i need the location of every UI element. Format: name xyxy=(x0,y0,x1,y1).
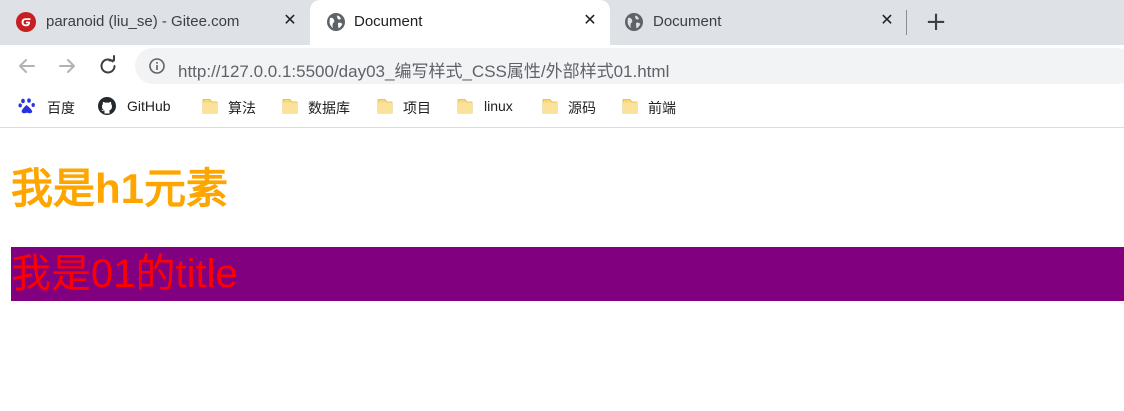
browser-toolbar: http://127.0.0.1:5500/day03_编写样式_CSS属性/外… xyxy=(0,45,1124,87)
gitee-icon xyxy=(16,12,36,32)
bookmark-label: 源码 xyxy=(568,100,596,116)
folder-icon xyxy=(621,97,639,115)
page-content: 我是h1元素 我是01的title xyxy=(0,129,1124,411)
tab-document-active[interactable]: Document ✕ xyxy=(310,0,610,45)
bookmark-label: GitHub xyxy=(127,98,171,114)
bookmark-label: 算法 xyxy=(228,100,256,116)
globe-icon xyxy=(624,12,644,32)
tab-title: Document xyxy=(354,13,423,30)
github-icon xyxy=(98,97,116,115)
close-tab-icon[interactable]: ✕ xyxy=(280,10,300,30)
globe-icon xyxy=(326,12,346,32)
bookmark-label: 前端 xyxy=(648,100,676,116)
reload-button[interactable] xyxy=(96,54,120,78)
tab-strip: paranoid (liu_se) - Gitee.com ✕ Document… xyxy=(0,0,1124,45)
arrow-right-icon xyxy=(59,59,75,73)
arrow-left-icon xyxy=(19,59,35,73)
close-tab-icon[interactable]: ✕ xyxy=(877,10,897,30)
tab-title: Document xyxy=(653,13,722,30)
tab-title: paranoid (liu_se) - Gitee.com xyxy=(46,13,240,30)
page-heading-h1: 我是h1元素 xyxy=(11,165,229,212)
folder-icon xyxy=(281,97,299,115)
tab-separator xyxy=(906,10,907,35)
back-button[interactable] xyxy=(15,54,39,78)
folder-icon xyxy=(376,97,394,115)
url-text[interactable]: http://127.0.0.1:5500/day03_编写样式_CSS属性/外… xyxy=(178,57,669,82)
tab-gitee[interactable]: paranoid (liu_se) - Gitee.com ✕ xyxy=(0,0,310,45)
folder-icon xyxy=(456,97,474,115)
new-tab-button[interactable]: + xyxy=(922,8,950,36)
bookmark-label: 项目 xyxy=(403,100,431,116)
bookmark-label: linux xyxy=(484,98,513,114)
tab-document[interactable]: Document ✕ xyxy=(610,0,906,45)
title-text: 我是01的title xyxy=(11,252,238,296)
title-box: 我是01的title xyxy=(11,247,1124,301)
reload-icon xyxy=(100,55,116,74)
close-tab-icon[interactable]: ✕ xyxy=(580,10,600,30)
forward-button[interactable] xyxy=(55,54,79,78)
bookmarks-bar: 百度 GitHub 算法 数据库 项目 linux 源码 前端 xyxy=(0,87,1124,128)
folder-icon xyxy=(201,97,219,115)
bookmark-label: 百度 xyxy=(47,100,75,116)
address-bar[interactable]: http://127.0.0.1:5500/day03_编写样式_CSS属性/外… xyxy=(135,48,1124,84)
baidu-icon xyxy=(18,97,36,115)
bookmark-label: 数据库 xyxy=(308,100,350,116)
folder-icon xyxy=(541,97,559,115)
info-icon[interactable] xyxy=(149,58,165,74)
